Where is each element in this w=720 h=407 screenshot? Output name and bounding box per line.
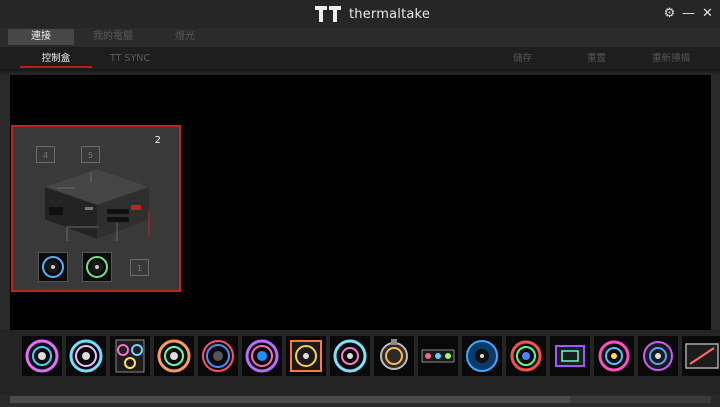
- tt-logo-icon: [315, 6, 341, 22]
- tab-tt-sync[interactable]: TT SYNC: [100, 52, 160, 66]
- tab-my-pc[interactable]: 我的電腦: [80, 29, 146, 45]
- tray-item-15[interactable]: [638, 336, 678, 376]
- minimize-icon[interactable]: —: [682, 5, 695, 21]
- tray-item-4[interactable]: [154, 336, 194, 376]
- riing-trio-fan-icon: [69, 339, 103, 373]
- square-fan-icon: [290, 340, 322, 372]
- close-icon[interactable]: ✕: [701, 5, 714, 21]
- tray-item-16[interactable]: [682, 336, 720, 376]
- led-strip-icon: [421, 349, 455, 363]
- tray-item-7[interactable]: [286, 336, 326, 376]
- active-tab-underline: [20, 66, 92, 68]
- tray-item-5[interactable]: [198, 336, 238, 376]
- tray-item-9[interactable]: [374, 336, 414, 376]
- water-block-icon: [466, 340, 498, 372]
- secondary-nav: 控制盒 TT SYNC 儲存 重置 重新掃描: [0, 47, 720, 69]
- title-bar: thermaltake ⚙ — ✕: [0, 0, 720, 28]
- rgb-fan-icon: [86, 256, 108, 278]
- panel-icon: [685, 343, 719, 369]
- tab-controller-box[interactable]: 控制盒: [20, 52, 92, 66]
- gpu-block-icon: [555, 345, 585, 367]
- tray-scrollbar-thumb[interactable]: [10, 396, 570, 403]
- tray-item-2[interactable]: [66, 336, 106, 376]
- rescan-button[interactable]: 重新掃描: [652, 52, 690, 66]
- tray-item-13[interactable]: [550, 336, 590, 376]
- port-1[interactable]: 1: [130, 259, 149, 276]
- settings-gear-icon[interactable]: ⚙: [663, 5, 676, 21]
- tray-item-3[interactable]: [110, 336, 150, 376]
- controller-hub-icon: [45, 169, 150, 241]
- tab-lighting[interactable]: 燈光: [152, 29, 218, 45]
- tray-item-14[interactable]: [594, 336, 634, 376]
- triple-fan-kit-icon: [115, 339, 145, 373]
- device-tray: [0, 330, 720, 395]
- pump-icon: [380, 339, 408, 370]
- tray-item-12[interactable]: [506, 336, 546, 376]
- rgb-fan-icon: [42, 256, 64, 278]
- fan-thumbnail-1[interactable]: [38, 252, 68, 282]
- pure-plus-fan-icon: [202, 340, 234, 372]
- riing-plus-fan-icon: [157, 339, 191, 373]
- riing-duo-fan-icon: [245, 339, 279, 373]
- controller-card[interactable]: 2 4 5 1: [11, 125, 181, 292]
- reservoir-icon: [598, 340, 630, 372]
- tray-scrollbar[interactable]: [10, 396, 711, 403]
- tray-item-6[interactable]: [242, 336, 282, 376]
- tray-item-1[interactable]: [22, 336, 62, 376]
- reset-button[interactable]: 重置: [587, 52, 606, 66]
- primary-nav: 連接 我的電腦 燈光: [0, 28, 720, 47]
- tray-item-10[interactable]: [418, 336, 458, 376]
- thermaltake-logo: thermaltake: [315, 5, 430, 23]
- ring-fan-icon: [333, 339, 367, 373]
- save-button[interactable]: 儲存: [513, 52, 532, 66]
- tray-item-8[interactable]: [330, 336, 370, 376]
- tray-item-11[interactable]: [462, 336, 502, 376]
- tab-connect[interactable]: 連接: [8, 29, 74, 45]
- cpu-block-icon: [510, 340, 542, 372]
- riing-quad-fan-icon: [25, 339, 59, 373]
- pacific-block-icon: [643, 341, 673, 371]
- brand-name: thermaltake: [349, 6, 431, 22]
- fan-thumbnail-2[interactable]: [82, 252, 112, 282]
- controller-number: 2: [154, 135, 161, 146]
